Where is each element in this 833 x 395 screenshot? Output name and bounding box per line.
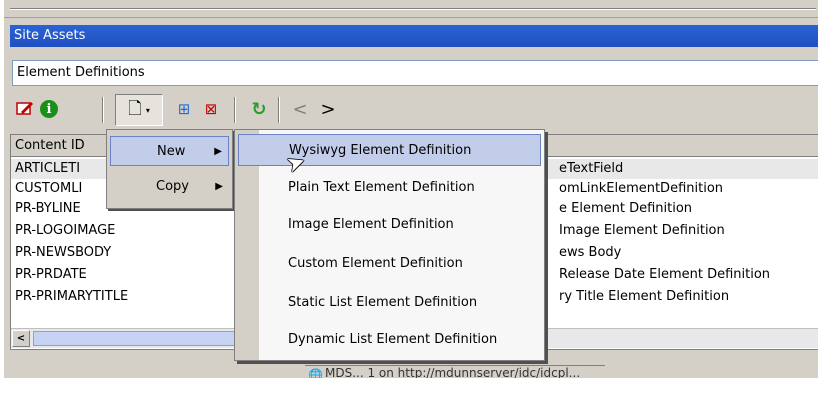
table-row[interactable]: CUSTOMLI (15, 179, 82, 199)
dropdown-arrow-icon[interactable]: ▾ (146, 106, 150, 115)
menu-item-wysiwyg[interactable]: Wysiwyg Element Definition (238, 134, 541, 166)
panel-title-bar: Site Assets (10, 25, 822, 47)
table-row[interactable]: PR-BYLINE (15, 199, 81, 219)
new-document-icon: 🗋 (128, 98, 142, 119)
toolbar-separator (278, 97, 280, 123)
toolbar-separator (102, 97, 104, 123)
top-splitter[interactable] (4, 0, 822, 18)
row-id: PR-BYLINE (15, 201, 81, 216)
menu-item-custom[interactable]: Custom Element Definition (238, 248, 541, 280)
row-description[interactable]: Image Element Definition (559, 221, 725, 241)
row-id: CUSTOMLI (15, 181, 83, 196)
menu-item-dynamic-list[interactable]: Dynamic List Element Definition (238, 324, 541, 356)
edit-icon[interactable] (14, 97, 36, 121)
menu-item-plain-text[interactable]: Plain Text Element Definition (238, 172, 541, 204)
menu-item-image[interactable]: Image Element Definition (238, 209, 541, 241)
asset-type-value: Element Definitions (17, 65, 145, 80)
toolbar-separator (234, 97, 236, 123)
table-row[interactable]: PR-PRIMARYTITLE (15, 287, 128, 307)
row-id: PR-PRIMARYTITLE (15, 289, 129, 304)
table-row[interactable]: PR-LOGOIMAGE (15, 221, 115, 241)
forward-icon[interactable]: > (315, 97, 341, 121)
menu-item-new[interactable]: New ▶ (110, 136, 229, 166)
row-description[interactable]: ews Body (559, 243, 621, 263)
back-icon[interactable]: < (287, 97, 313, 121)
new-button[interactable]: 🗋 ▾ (115, 94, 163, 126)
submenu-arrow-icon: ▶ (214, 146, 222, 157)
row-description[interactable]: ry Title Element Definition (559, 287, 729, 307)
torn-edge (0, 378, 833, 395)
torn-edge (818, 0, 833, 395)
row-id: ARTICLETI (15, 161, 81, 176)
row-id: PR-NEWSBODY (15, 245, 112, 260)
info-icon[interactable]: i (38, 97, 60, 121)
row-description[interactable]: omLinkElementDefinition (559, 179, 723, 199)
refresh-icon[interactable]: ↻ (246, 97, 272, 121)
row-description[interactable]: eTextField (559, 159, 623, 179)
panel-title: Site Assets (14, 28, 86, 43)
menu-item-static-list[interactable]: Static List Element Definition (238, 287, 541, 319)
row-id: PR-LOGOIMAGE (15, 223, 116, 238)
new-submenu: Wysiwyg Element Definition Plain Text El… (234, 129, 545, 361)
table-row[interactable]: PR-NEWSBODY (15, 243, 111, 263)
row-description[interactable]: Release Date Element Definition (559, 265, 770, 285)
scroll-left-icon[interactable]: < (12, 330, 30, 347)
asset-type-combo[interactable]: Element Definitions (12, 60, 822, 86)
table-row[interactable]: PR-PRDATE (15, 265, 87, 285)
delete-icon[interactable]: ⊠ (200, 97, 222, 121)
toolbar: i 🗋 ▾ ⊞ ⊠ ↻ < > (10, 93, 822, 127)
context-menu: New ▶ Copy ▶ (106, 129, 233, 209)
submenu-arrow-icon: ▶ (215, 181, 223, 192)
scroll-thumb[interactable] (33, 331, 243, 346)
add-icon[interactable]: ⊞ (173, 97, 195, 121)
row-id: PR-PRDATE (15, 267, 87, 282)
row-description[interactable]: e Element Definition (559, 199, 692, 219)
menu-item-copy[interactable]: Copy ▶ (110, 172, 229, 202)
